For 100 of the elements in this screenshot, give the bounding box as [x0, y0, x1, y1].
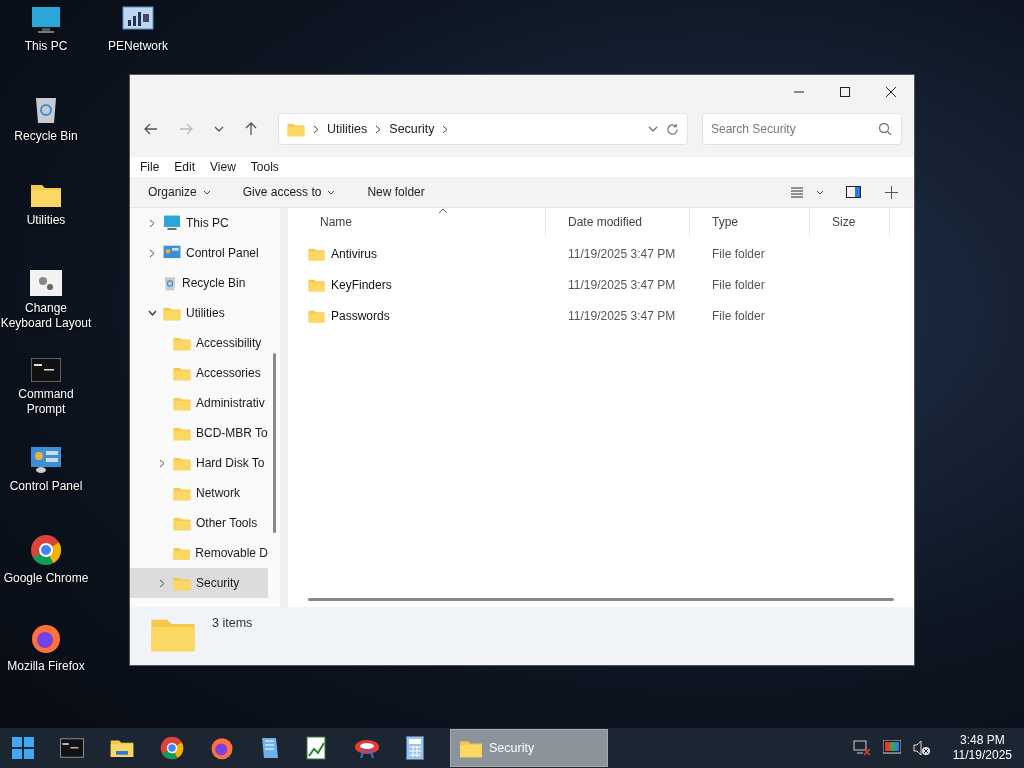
scrollbar-thumb[interactable] [272, 353, 276, 533]
column-header[interactable]: Size [810, 208, 890, 236]
chevron-right-icon[interactable] [159, 458, 165, 468]
folder-icon [163, 305, 181, 321]
notepad-icon[interactable] [260, 736, 280, 760]
breadcrumb[interactable]: Security [389, 122, 435, 136]
column-header[interactable]: Date modified [546, 208, 690, 236]
item-count: 3 items [212, 615, 253, 630]
tree-item[interactable]: Hard Disk To [130, 448, 268, 478]
column-header[interactable]: Type [690, 208, 810, 236]
breadcrumb[interactable]: Utilities [327, 122, 368, 136]
monitor-icon [163, 215, 181, 231]
control-panel-icon[interactable] [30, 446, 62, 474]
firefox-logo-icon[interactable] [210, 736, 234, 760]
chrome-logo-icon[interactable] [30, 534, 62, 566]
gears-icon[interactable] [30, 270, 62, 296]
folder-icon [173, 515, 191, 531]
desktop-icon-label: Utilities [26, 213, 66, 228]
menu-item[interactable]: View [210, 160, 236, 174]
file-name[interactable]: Passwords [331, 308, 390, 323]
volume-muted-icon[interactable] [912, 740, 931, 756]
desktop-icon-label: Change Keyboard Layout [0, 301, 92, 331]
folder-icon [173, 485, 191, 501]
file-name[interactable]: KeyFinders [331, 277, 392, 292]
recycle-bin-icon [163, 275, 177, 291]
date-cell: 11/19/2025 3:47 PM [568, 246, 676, 261]
chevron-down-icon[interactable] [214, 126, 224, 132]
folder-icon [459, 738, 483, 758]
tree-item[interactable]: Other Tools [130, 508, 268, 538]
chevron-down-icon[interactable] [816, 189, 824, 195]
toolbar-button[interactable]: Give access to [232, 181, 346, 203]
tree-item[interactable]: Network [130, 478, 268, 508]
caret-icon [202, 189, 211, 195]
disk-tool-icon[interactable] [354, 737, 380, 759]
terminal-icon[interactable] [31, 358, 61, 382]
tree-item[interactable]: This PC [130, 208, 268, 238]
tree-item[interactable]: Control Panel [130, 238, 268, 268]
close-icon[interactable] [885, 86, 897, 98]
folder-icon[interactable] [30, 182, 62, 208]
type-cell: File folder [712, 246, 765, 261]
chevron-right-icon[interactable] [313, 124, 319, 134]
chevron-right-icon[interactable] [442, 124, 449, 134]
up-arrow-icon[interactable] [245, 122, 257, 136]
list-view-icon[interactable] [790, 186, 804, 198]
menu-item[interactable]: File [140, 160, 160, 174]
type-cell: File folder [712, 308, 765, 323]
chevron-right-icon[interactable] [149, 248, 155, 258]
column-header[interactable]: Name [298, 208, 546, 236]
toolbar-button[interactable]: New folder [357, 181, 435, 203]
toolbar-button[interactable]: Organize [138, 181, 221, 203]
terminal-icon[interactable] [60, 738, 84, 758]
desktop-icon-label: Recycle Bin [14, 129, 78, 144]
folder-icon [173, 545, 191, 561]
caret-icon [327, 189, 336, 195]
network-disconnected-icon[interactable] [852, 740, 871, 756]
tree-item[interactable]: Security [130, 568, 268, 598]
menu-item[interactable]: Tools [250, 160, 279, 174]
desktop-icon-label: Control Panel [9, 479, 83, 494]
clock-time[interactable]: 3:48 PM [960, 733, 1005, 748]
tree-item[interactable]: BCD-MBR To [130, 418, 268, 448]
address-bar[interactable]: Utilities Security [278, 113, 688, 145]
refresh-icon[interactable] [666, 122, 679, 136]
back-arrow-icon[interactable] [144, 123, 158, 135]
folder-icon [173, 365, 191, 381]
monitor-icon[interactable] [31, 6, 61, 34]
menu-item[interactable]: Edit [174, 160, 196, 174]
search-icon[interactable] [878, 122, 892, 136]
control-panel-icon [163, 245, 181, 261]
folder-icon [287, 121, 305, 137]
tree-item[interactable]: Administrativ [130, 388, 268, 418]
desktop-icon-label: PENetwork [108, 39, 168, 54]
preview-pane-icon[interactable] [846, 186, 861, 198]
chevron-right-icon[interactable] [375, 124, 382, 134]
file-name[interactable]: Antivirus [331, 246, 377, 261]
calculator-icon[interactable] [406, 736, 424, 760]
tree-item[interactable]: Accessories [130, 358, 268, 388]
tree-item[interactable]: Utilities [130, 298, 268, 328]
start-icon[interactable] [12, 737, 34, 759]
folder-icon [173, 335, 191, 351]
tree-item[interactable]: Removable D [130, 538, 268, 568]
desktop-icon-label: Command Prompt [17, 387, 75, 417]
chevron-down-icon[interactable] [147, 310, 157, 316]
folder-icon [308, 308, 325, 323]
clock-date[interactable]: 11/19/2025 [952, 748, 1012, 763]
sort-caret-icon [438, 208, 448, 214]
chevron-right-icon[interactable] [149, 218, 155, 228]
folder-icon [173, 455, 191, 471]
plus-icon[interactable] [885, 185, 898, 199]
chevron-down-icon[interactable] [648, 126, 658, 132]
maximize-icon[interactable] [839, 86, 851, 98]
chevron-right-icon[interactable] [159, 578, 165, 588]
firefox-logo-icon[interactable] [30, 622, 62, 654]
tree-item[interactable]: Accessibility [130, 328, 268, 358]
chart-icon[interactable] [306, 736, 328, 760]
scrollbar-thumb[interactable] [308, 597, 894, 601]
type-cell: File folder [712, 277, 765, 292]
search-field[interactable]: Search Security [702, 113, 902, 145]
chrome-logo-icon[interactable] [160, 736, 184, 760]
tree-item[interactable]: Recycle Bin [130, 268, 268, 298]
display-color-icon[interactable] [882, 740, 901, 756]
